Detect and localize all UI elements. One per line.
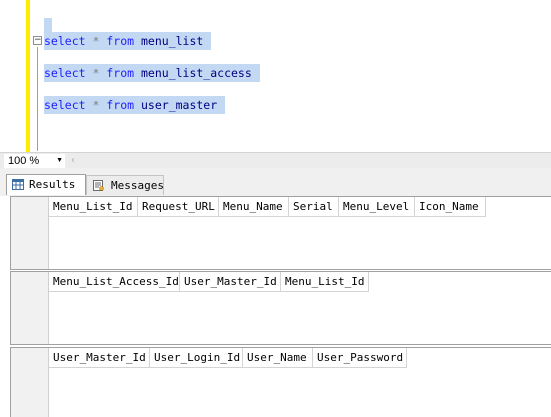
column-header[interactable]: Request_URL xyxy=(138,197,219,217)
column-header[interactable]: User_Password xyxy=(313,348,407,368)
result-grid-user-master[interactable]: User_Master_Id User_Login_Id User_Name U… xyxy=(10,347,551,417)
collapse-glyph: − xyxy=(34,35,42,45)
query-editor[interactable]: − select * from menu_list select * from … xyxy=(0,0,551,152)
tab-messages[interactable]: Messages xyxy=(86,175,164,195)
grid-header-row: User_Master_Id User_Login_Id User_Name U… xyxy=(49,348,407,368)
keyword-from: from xyxy=(106,66,135,80)
column-header[interactable]: User_Name xyxy=(243,348,313,368)
code-line-1[interactable]: select * from menu_list xyxy=(44,32,212,50)
column-header[interactable]: Menu_Level xyxy=(339,197,415,217)
column-header[interactable]: Menu_List_Id xyxy=(49,197,138,217)
grid-icon xyxy=(12,179,24,190)
star-operator: * xyxy=(92,66,100,80)
column-header[interactable]: Serial xyxy=(289,197,339,217)
zoom-dropdown[interactable]: 100 % ▼ xyxy=(4,154,65,168)
keyword-select: select xyxy=(44,34,86,48)
keyword-select: select xyxy=(44,98,86,112)
star-operator: * xyxy=(92,98,100,112)
scroll-left-icon[interactable]: ‹ xyxy=(71,154,75,168)
table-name: menu_list_access xyxy=(141,66,252,80)
selection-highlight xyxy=(44,18,52,32)
table-name: user_master xyxy=(141,98,218,112)
table-name: menu_list xyxy=(141,34,204,48)
change-tracking-bar xyxy=(26,0,30,152)
tab-results[interactable]: Results xyxy=(6,174,86,195)
results-tab-bar: Results Messages xyxy=(0,168,551,196)
result-grid-menu-list-access[interactable]: Menu_List_Access_Id User_Master_Id Menu_… xyxy=(10,271,551,345)
chevron-down-icon: ▼ xyxy=(56,157,63,164)
star-operator: * xyxy=(92,34,100,48)
tab-results-label: Results xyxy=(29,178,76,191)
grid-header-row: Menu_List_Access_Id User_Master_Id Menu_… xyxy=(49,272,369,292)
messages-icon xyxy=(93,180,104,191)
row-header-column xyxy=(11,197,49,269)
keyword-from: from xyxy=(106,98,135,112)
editor-gutter xyxy=(0,0,26,152)
keyword-select: select xyxy=(44,66,86,80)
row-header-column xyxy=(11,272,49,344)
result-grid-menu-list[interactable]: Menu_List_Id Request_URL Menu_Name Seria… xyxy=(10,196,551,270)
row-header-column xyxy=(11,348,49,417)
column-header[interactable]: User_Master_Id xyxy=(49,348,150,368)
keyword-from: from xyxy=(106,34,135,48)
editor-status-strip: 100 % ▼ ‹ xyxy=(0,152,551,169)
column-header[interactable]: Menu_Name xyxy=(219,197,289,217)
column-header[interactable]: Menu_List_Access_Id xyxy=(49,272,180,292)
collapse-toggle-icon[interactable]: − xyxy=(33,36,42,45)
code-line-2[interactable]: select * from menu_list_access xyxy=(44,64,260,82)
column-header[interactable]: Icon_Name xyxy=(415,197,486,217)
code-line-3[interactable]: select * from user_master xyxy=(44,96,226,114)
outline-guide xyxy=(37,47,38,151)
column-header[interactable]: User_Master_Id xyxy=(180,272,281,292)
column-header[interactable]: User_Login_Id xyxy=(150,348,243,368)
tab-messages-label: Messages xyxy=(111,179,164,192)
grid-header-row: Menu_List_Id Request_URL Menu_Name Seria… xyxy=(49,197,486,217)
zoom-value: 100 % xyxy=(8,155,40,167)
column-header[interactable]: Menu_List_Id xyxy=(281,272,369,292)
